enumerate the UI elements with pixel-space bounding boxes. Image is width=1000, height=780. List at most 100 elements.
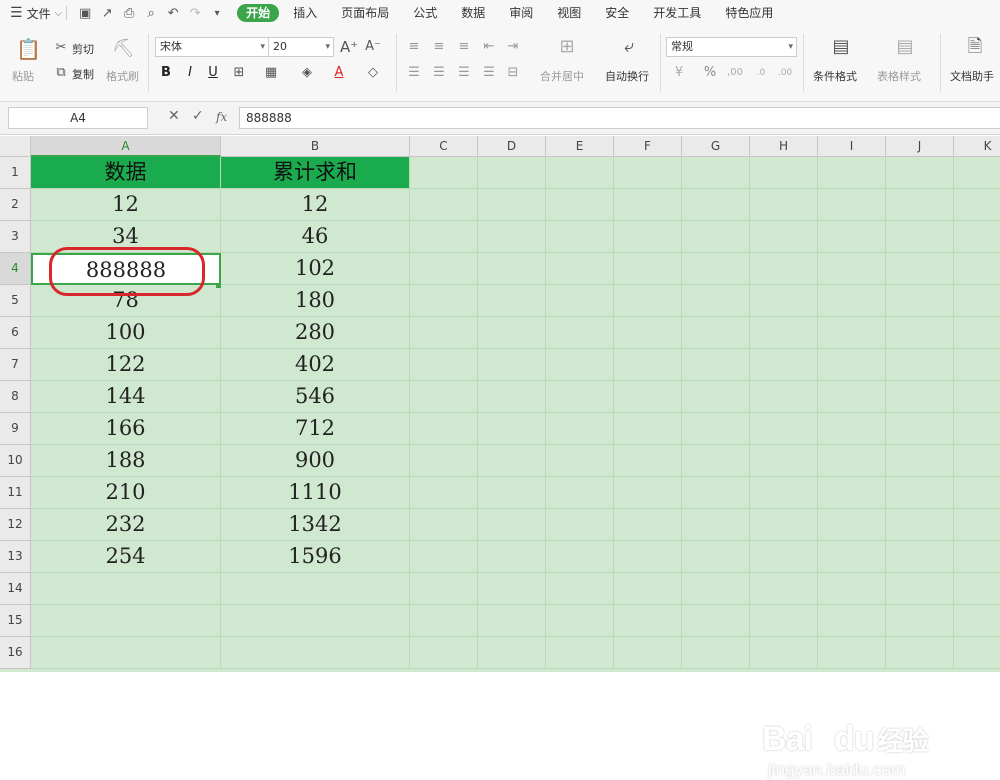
cell-g15[interactable] — [682, 605, 750, 637]
cell-h14[interactable] — [750, 573, 818, 605]
column-header-d[interactable]: D — [478, 136, 546, 157]
indent-decrease-icon[interactable]: ⇤ — [480, 38, 498, 56]
chevron-down-icon[interactable]: ⌵ — [55, 8, 63, 19]
cell-k14[interactable] — [954, 573, 1000, 605]
cell-k1[interactable] — [954, 157, 1000, 189]
cell-b10[interactable]: 900 — [221, 445, 410, 477]
cut-button[interactable]: 剪切 — [72, 41, 94, 57]
cell-i12[interactable] — [818, 509, 886, 541]
cell-h3[interactable] — [750, 221, 818, 253]
cell-c6[interactable] — [410, 317, 478, 349]
cell-g11[interactable] — [682, 477, 750, 509]
cell-f3[interactable] — [614, 221, 682, 253]
format-painter-icon[interactable]: ⛏ — [112, 40, 135, 58]
wrap-text-button[interactable]: 自动换行 — [605, 68, 649, 84]
indent-increase-icon[interactable]: ⇥ — [504, 38, 522, 56]
conditional-format-icon[interactable]: ▤ — [830, 38, 852, 56]
row-header-1[interactable]: 1 — [0, 157, 31, 189]
cell-b2[interactable]: 12 — [221, 189, 410, 221]
column-header-f[interactable]: F — [614, 136, 682, 157]
cell-b15[interactable] — [221, 605, 410, 637]
cell-b11[interactable]: 1110 — [221, 477, 410, 509]
cell-d14[interactable] — [478, 573, 546, 605]
column-header-k[interactable]: K — [954, 136, 1000, 157]
cell-g8[interactable] — [682, 381, 750, 413]
cell-h6[interactable] — [750, 317, 818, 349]
cell-e15[interactable] — [546, 605, 614, 637]
cell-k3[interactable] — [954, 221, 1000, 253]
cell-h4[interactable] — [750, 253, 818, 285]
cell-c11[interactable] — [410, 477, 478, 509]
cell-f14[interactable] — [614, 573, 682, 605]
cell-h2[interactable] — [750, 189, 818, 221]
function-button[interactable]: fx — [216, 110, 227, 124]
cell-k4[interactable] — [954, 253, 1000, 285]
cell-k9[interactable] — [954, 413, 1000, 445]
save-icon[interactable]: ▣ — [77, 5, 93, 21]
tab-data[interactable]: 数据 — [451, 4, 495, 22]
increase-font-icon[interactable]: A⁺ — [340, 38, 358, 56]
cell-d16[interactable] — [478, 637, 546, 669]
cell-k15[interactable] — [954, 605, 1000, 637]
undo-icon[interactable]: ↶ — [165, 5, 181, 21]
cell-c7[interactable] — [410, 349, 478, 381]
cell-g10[interactable] — [682, 445, 750, 477]
tab-review[interactable]: 审阅 — [499, 4, 543, 22]
cell-c9[interactable] — [410, 413, 478, 445]
cell-h7[interactable] — [750, 349, 818, 381]
row-header-4[interactable]: 4 — [0, 253, 31, 285]
cell-b9[interactable]: 712 — [221, 413, 410, 445]
clear-format-icon[interactable]: ◇ — [364, 64, 382, 82]
cell-j6[interactable] — [886, 317, 954, 349]
cell-j1[interactable] — [886, 157, 954, 189]
cell-c10[interactable] — [410, 445, 478, 477]
row-header-15[interactable]: 15 — [0, 605, 31, 637]
file-menu[interactable]: ☰ 文件 ⌵ — [0, 0, 62, 26]
cell-a15[interactable] — [31, 605, 221, 637]
cell-f7[interactable] — [614, 349, 682, 381]
cell-i7[interactable] — [818, 349, 886, 381]
cell-j4[interactable] — [886, 253, 954, 285]
cell-f8[interactable] — [614, 381, 682, 413]
cell-a1[interactable]: 数据 — [31, 157, 221, 189]
cell-j12[interactable] — [886, 509, 954, 541]
scissors-icon[interactable]: ✂ — [52, 39, 70, 57]
cell-d8[interactable] — [478, 381, 546, 413]
cell-j2[interactable] — [886, 189, 954, 221]
cell-i16[interactable] — [818, 637, 886, 669]
row-header-5[interactable]: 5 — [0, 285, 31, 317]
cell-j9[interactable] — [886, 413, 954, 445]
font-size-select[interactable]: 20 ▾ — [268, 37, 334, 57]
cell-i9[interactable] — [818, 413, 886, 445]
select-all-corner[interactable] — [0, 136, 31, 157]
chevron-down-icon[interactable]: ▾ — [325, 38, 330, 56]
cell-e12[interactable] — [546, 509, 614, 541]
cell-i8[interactable] — [818, 381, 886, 413]
cell-j8[interactable] — [886, 381, 954, 413]
cell-b8[interactable]: 546 — [221, 381, 410, 413]
cell-d13[interactable] — [478, 541, 546, 573]
cell-b1[interactable]: 累计求和 — [221, 157, 410, 189]
cell-i1[interactable] — [818, 157, 886, 189]
align-middle-icon[interactable]: ≡ — [430, 38, 448, 56]
cell-e16[interactable] — [546, 637, 614, 669]
cell-j10[interactable] — [886, 445, 954, 477]
increase-decimal-icon[interactable]: .0 — [752, 64, 770, 82]
percent-button[interactable]: % — [701, 64, 719, 82]
bold-button[interactable]: B — [157, 64, 175, 82]
cell-d4[interactable] — [478, 253, 546, 285]
cell-f13[interactable] — [614, 541, 682, 573]
cell-c4[interactable] — [410, 253, 478, 285]
format-painter-button[interactable]: 格式刷 — [106, 68, 139, 84]
cell-i15[interactable] — [818, 605, 886, 637]
print-icon[interactable]: ⎙ — [121, 5, 137, 21]
cell-c2[interactable] — [410, 189, 478, 221]
cell-j11[interactable] — [886, 477, 954, 509]
tab-special[interactable]: 特色应用 — [715, 4, 783, 22]
name-box[interactable]: A4 — [8, 107, 148, 129]
cell-k6[interactable] — [954, 317, 1000, 349]
cell-h13[interactable] — [750, 541, 818, 573]
tab-developer[interactable]: 开发工具 — [643, 4, 711, 22]
column-header-b[interactable]: B — [221, 136, 410, 157]
cell-k12[interactable] — [954, 509, 1000, 541]
